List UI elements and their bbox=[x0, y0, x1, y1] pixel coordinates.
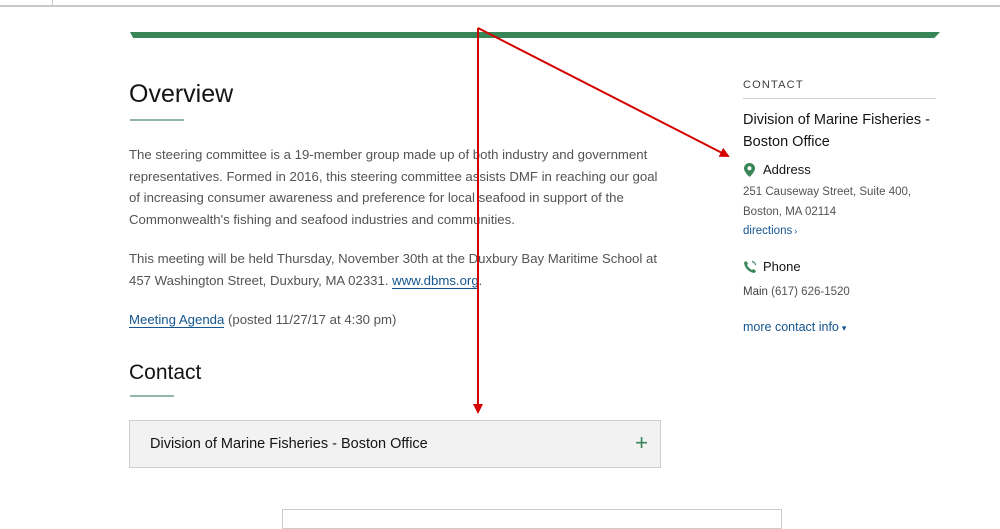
expand-plus-icon[interactable]: + bbox=[635, 431, 648, 455]
overview-title: Overview bbox=[129, 80, 234, 108]
phone-label: Phone bbox=[763, 259, 801, 274]
dbms-link[interactable]: www.dbms.org bbox=[392, 272, 479, 289]
directions-label: directions bbox=[743, 225, 793, 237]
phone-number[interactable]: (617) 626-1520 bbox=[771, 286, 850, 298]
overview-title-underline bbox=[130, 119, 184, 121]
sidebar-contact-heading: CONTACT bbox=[743, 79, 804, 91]
address-line-2: Boston, MA 02114 bbox=[743, 206, 837, 218]
phone-main-line: Main (617) 626-1520 bbox=[743, 282, 850, 302]
more-contact-label: more contact info bbox=[743, 320, 839, 334]
meeting-paragraph: This meeting will be held Thursday, Nove… bbox=[129, 248, 669, 291]
phone-icon bbox=[744, 260, 757, 273]
address-label: Address bbox=[763, 162, 811, 177]
agenda-paragraph: Meeting Agenda (posted 11/27/17 at 4:30 … bbox=[129, 309, 669, 331]
more-contact-info-link[interactable]: more contact info ▾ bbox=[743, 320, 846, 334]
top-border-tick bbox=[52, 0, 53, 6]
phone-type: Main bbox=[743, 286, 768, 298]
arrow-right-icon: › bbox=[794, 226, 798, 236]
contact-title-underline bbox=[130, 395, 174, 397]
agenda-posted-text: (posted 11/27/17 at 4:30 pm) bbox=[228, 312, 397, 327]
overview-paragraph: The steering committee is a 19-member gr… bbox=[129, 147, 658, 227]
directions-link[interactable]: directions › bbox=[743, 225, 797, 237]
annotation-arrow-right bbox=[477, 27, 730, 157]
sidebar-org-name: Division of Marine Fisheries - Boston Of… bbox=[743, 112, 930, 150]
section-accent-bar bbox=[130, 32, 940, 38]
top-border bbox=[0, 5, 1000, 7]
bottom-content-box bbox=[282, 509, 782, 529]
address-line-1: 251 Causeway Street, Suite 400, bbox=[743, 186, 912, 198]
meeting-agenda-link[interactable]: Meeting Agenda bbox=[129, 312, 225, 328]
map-pin-icon bbox=[744, 163, 755, 177]
meeting-period: . bbox=[478, 272, 483, 288]
accordion-label: Division of Marine Fisheries - Boston Of… bbox=[150, 436, 428, 452]
contact-accordion[interactable]: Division of Marine Fisheries - Boston Of… bbox=[129, 420, 661, 468]
chevron-down-icon: ▾ bbox=[841, 323, 847, 333]
sidebar-divider bbox=[743, 98, 936, 99]
contact-section-title: Contact bbox=[129, 361, 202, 384]
